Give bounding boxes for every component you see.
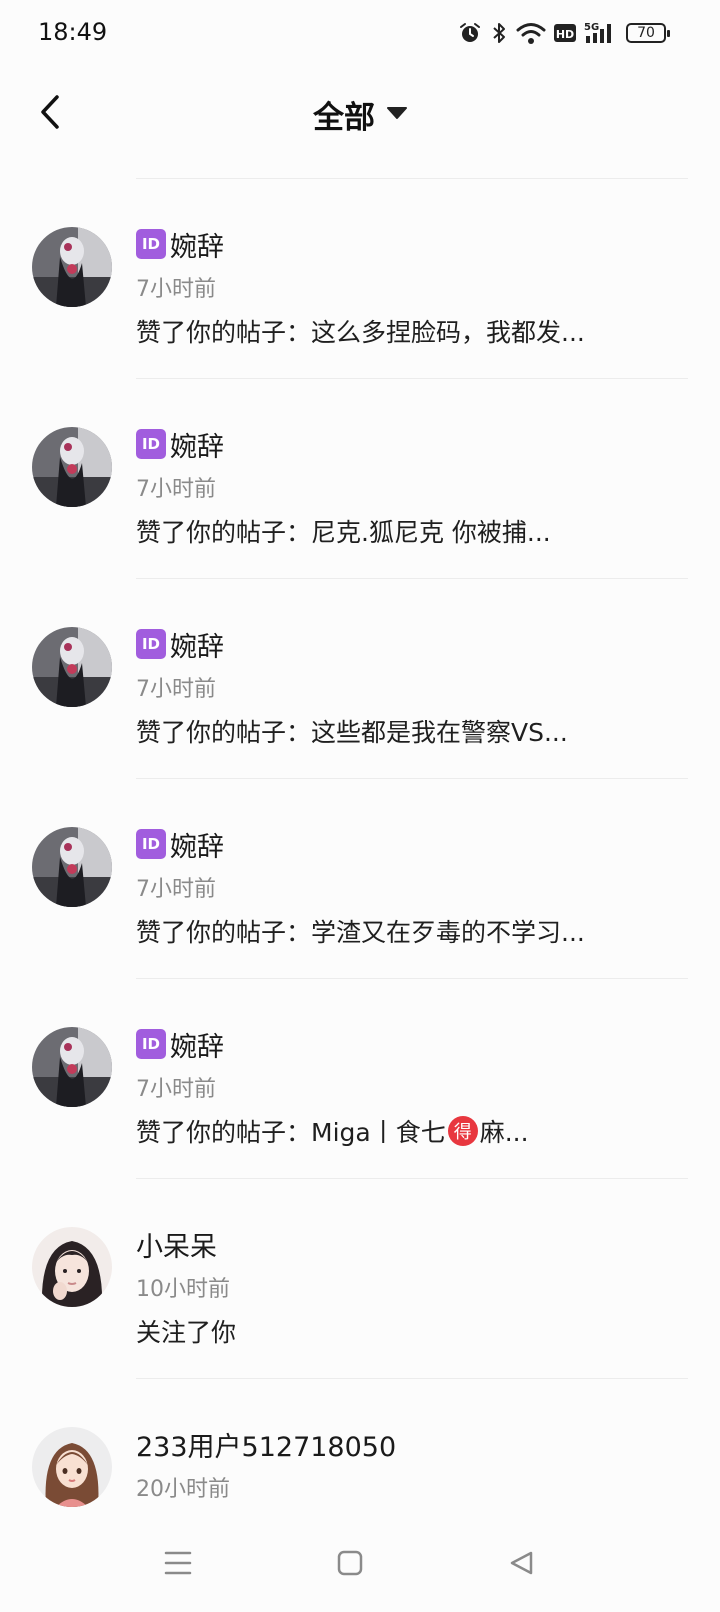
- avatar[interactable]: [32, 1427, 112, 1507]
- home-square-icon: [336, 1549, 364, 1581]
- notification-message: 赞了你的帖子：这么多捏脸码，我都发...: [136, 318, 585, 347]
- notification-message: 赞了你的帖子：Miga丨食七得麻...: [136, 1113, 529, 1149]
- username[interactable]: 婉辞: [170, 425, 224, 464]
- name-row: 小呆呆: [136, 1225, 217, 1264]
- signal-5g-icon: 5G: [584, 21, 614, 45]
- avatar[interactable]: [32, 1227, 112, 1307]
- id-badge-icon: ID: [136, 829, 166, 859]
- filter-dropdown[interactable]: 全部: [0, 92, 720, 137]
- status-icons: HD 5G 70: [458, 18, 670, 48]
- menu-button[interactable]: [153, 1540, 203, 1590]
- notification-message: 赞了你的帖子：这些都是我在警察VS...: [136, 718, 568, 747]
- timestamp: 20小时前: [136, 1477, 230, 1502]
- menu-icon: [164, 1550, 192, 1580]
- header: 全部: [0, 74, 720, 154]
- avatar[interactable]: [32, 1027, 112, 1107]
- timestamp: 7小时前: [136, 1077, 216, 1102]
- status-time: 18:49: [38, 18, 108, 46]
- notification-item[interactable]: ID 婉辞 7小时前 赞了你的帖子：这么多捏脸码，我都发...: [0, 179, 720, 379]
- notification-item[interactable]: ID 婉辞 7小时前 赞了你的帖子：尼克.狐尼克 你被捕...: [0, 379, 720, 579]
- timestamp: 7小时前: [136, 877, 216, 902]
- avatar[interactable]: [32, 227, 112, 307]
- id-badge-icon: ID: [136, 229, 166, 259]
- back-nav-button[interactable]: [496, 1540, 546, 1590]
- name-row: ID 婉辞: [136, 425, 224, 464]
- notification-message: 关注了你: [136, 1318, 237, 1347]
- username[interactable]: 婉辞: [170, 1025, 224, 1064]
- id-badge-icon: ID: [136, 629, 166, 659]
- name-row: ID 婉辞: [136, 625, 224, 664]
- caret-down-icon: [387, 105, 407, 124]
- name-row: ID 婉辞: [136, 225, 224, 264]
- name-row: ID 婉辞: [136, 825, 224, 864]
- alarm-icon: [458, 21, 482, 45]
- username[interactable]: 婉辞: [170, 825, 224, 864]
- notification-message: 赞了你的帖子：学渣又在歹毒的不学习...: [136, 918, 585, 947]
- back-triangle-icon: [507, 1549, 535, 1581]
- home-button[interactable]: [325, 1540, 375, 1590]
- notification-item[interactable]: ID 婉辞 7小时前 赞了你的帖子：这些都是我在警察VS...: [0, 579, 720, 779]
- system-nav-bar: [0, 1522, 720, 1612]
- avatar[interactable]: [32, 827, 112, 907]
- notification-item[interactable]: ID 婉辞 7小时前 赞了你的帖子：Miga丨食七得麻...: [0, 979, 720, 1179]
- status-bar: 18:49 HD 5G 70: [0, 0, 720, 66]
- timestamp: 7小时前: [136, 277, 216, 302]
- username[interactable]: 婉辞: [170, 225, 224, 264]
- name-row: 233用户512718050: [136, 1425, 396, 1464]
- svg-text:5G: 5G: [584, 22, 599, 33]
- avatar[interactable]: [32, 627, 112, 707]
- timestamp: 10小时前: [136, 1277, 230, 1302]
- de-badge-icon: 得: [447, 1116, 478, 1146]
- avatar[interactable]: [32, 427, 112, 507]
- notification-item[interactable]: ID 婉辞 7小时前 赞了你的帖子：学渣又在歹毒的不学习...: [0, 779, 720, 979]
- notification-item[interactable]: 小呆呆 10小时前 关注了你: [0, 1179, 720, 1379]
- svg-text:HD: HD: [556, 28, 574, 41]
- hd-icon: HD: [554, 23, 576, 43]
- timestamp: 7小时前: [136, 477, 216, 502]
- notification-list: ID 婉辞 7小时前 赞了你的帖子：这么多捏脸码，我都发... ID 婉辞 7小…: [0, 179, 720, 1579]
- notification-message: 赞了你的帖子：尼克.狐尼克 你被捕...: [136, 518, 551, 547]
- username[interactable]: 233用户512718050: [136, 1425, 396, 1464]
- id-badge-icon: ID: [136, 429, 166, 459]
- message-text: 赞了你的帖子：Miga丨食七: [136, 1118, 446, 1147]
- page-title: 全部: [313, 100, 375, 136]
- bluetooth-icon: [490, 21, 508, 45]
- name-row: ID 婉辞: [136, 1025, 224, 1064]
- username[interactable]: 小呆呆: [136, 1225, 217, 1264]
- wifi-icon: [516, 21, 546, 45]
- id-badge-icon: ID: [136, 1029, 166, 1059]
- timestamp: 7小时前: [136, 677, 216, 702]
- username[interactable]: 婉辞: [170, 625, 224, 664]
- message-text: 麻...: [479, 1118, 529, 1147]
- battery-icon: 70: [626, 23, 670, 43]
